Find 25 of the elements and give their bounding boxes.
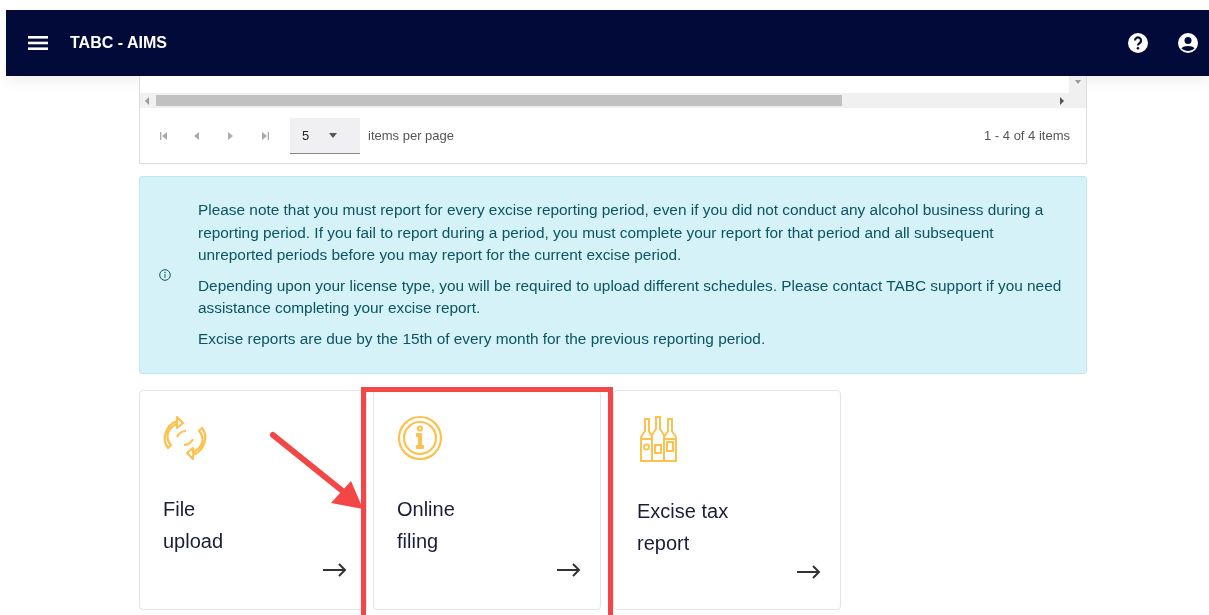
- dropdown-caret-icon: [329, 132, 338, 138]
- account-icon[interactable]: [1177, 32, 1199, 54]
- items-per-page-label: items per page: [368, 128, 454, 143]
- action-card[interactable]: Online filing: [373, 390, 601, 610]
- card-title: Online filing: [397, 497, 456, 554]
- arrow-right-icon[interactable]: [323, 563, 347, 577]
- notice-text: Please note that you must report for every excise reporting period, even if you did not conduct any alcohol business during a reporting period. If you fail to report during a period, you must complete your report for that period and all subsequent unreported periods before you may report for the current excise period.: [198, 200, 1045, 265]
- help-icon[interactable]: [1127, 32, 1149, 54]
- notice-text: Excise reports are due by the 15th of every month for the previous reporting period.: [198, 328, 767, 349]
- info-icon: [159, 268, 171, 281]
- menu-icon[interactable]: [28, 35, 48, 51]
- refresh-arrows-icon: [163, 415, 207, 461]
- arrow-right-icon[interactable]: [557, 563, 581, 577]
- horizontal-scrollbar[interactable]: [140, 93, 1069, 108]
- notice-text: Depending upon your license type, you will be required to upload different schedules. Please contact TABC support if you need assistance completing your excise report.: [198, 275, 1062, 318]
- pager-info: 1 - 4 of 4 items: [984, 128, 1070, 143]
- info-circle-icon: [397, 415, 443, 461]
- card-title: Excise tax report: [637, 499, 730, 556]
- action-card[interactable]: Excise tax report: [613, 390, 841, 610]
- action-card[interactable]: File upload: [139, 390, 367, 610]
- card-title: File upload: [163, 497, 225, 554]
- app-title: TABC - AIMS: [70, 34, 167, 52]
- scroll-right-icon[interactable]: [1059, 97, 1065, 105]
- arrow-right-icon[interactable]: [797, 565, 821, 579]
- page-size-dropdown[interactable]: 5: [290, 117, 360, 154]
